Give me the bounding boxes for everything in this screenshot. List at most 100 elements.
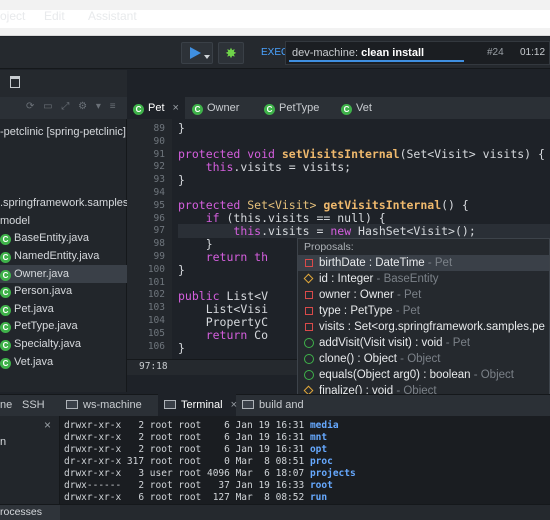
proposal-item[interactable]: visits : Set<org.springframework.samples… [298, 319, 549, 335]
code-line: public List<V [178, 289, 268, 303]
proposal-item[interactable]: clone() : Object - Object [298, 351, 549, 367]
tree-item[interactable]: C PetType.java [0, 317, 127, 335]
tab-vet[interactable]: C Vet [341, 97, 391, 119]
code-token: Co [254, 328, 269, 342]
class-icon: C [0, 252, 11, 263]
terminal-line-meta: drwxr-xr-x 3 user root 4096 Mar 6 18:07 [64, 468, 310, 479]
tree-item[interactable]: C Vet.java [0, 353, 127, 371]
proposal-item[interactable]: equals(Object arg0) : boolean - Object [298, 367, 549, 383]
machines-panel: n × [0, 416, 60, 504]
code-token: () { [441, 198, 469, 212]
menu-assistant[interactable]: Assistant [88, 9, 137, 23]
method-icon [304, 354, 314, 364]
code-keyword: new [330, 224, 359, 238]
code-type: Set<Visit> [247, 198, 324, 212]
terminal-dir-name: mnt [309, 432, 328, 443]
terminal-line-meta: drwxr-xr-x 2 root root 6 Jan 19 16:31 [64, 420, 310, 431]
close-icon[interactable]: × [173, 102, 179, 114]
code-token: PropertyC [205, 315, 269, 329]
tab-owner[interactable]: C Owner [192, 97, 256, 119]
code-token: (this.visits == null) { [226, 211, 386, 225]
class-icon: C [264, 104, 275, 115]
code-token: List<V [226, 289, 269, 303]
tab-ws-machine[interactable]: ws-machine [66, 394, 152, 416]
class-icon: C [133, 104, 144, 115]
tab-build[interactable]: build and [242, 394, 304, 416]
tree-item[interactable]: -petclinic [spring-petclinic] [0, 123, 127, 141]
tree-item[interactable]: C NamedEntity.java [0, 247, 127, 265]
terminal-dir-name: opt [309, 444, 328, 455]
code-keyword: if [205, 211, 227, 225]
close-icon[interactable]: × [231, 399, 237, 411]
run-button[interactable] [181, 42, 213, 64]
tab-pettype[interactable]: C PetType [264, 97, 334, 119]
tab-terminal[interactable]: Terminal × [158, 394, 237, 416]
code-line: PropertyC [178, 315, 268, 329]
proposal-item[interactable]: addVisit(Visit visit) : void - Pet [298, 335, 549, 351]
proposal-item[interactable]: id : Integer - BaseEntity [298, 271, 549, 287]
proposal-text: type : PetType [319, 305, 393, 317]
command-progress-bar [289, 60, 464, 62]
footer-bar [0, 504, 550, 520]
tab-label: ne [0, 399, 13, 411]
code-token: HashSet<Visit>(); [358, 224, 476, 238]
tree-item[interactable]: C Pet.java [0, 300, 127, 318]
menu-edit[interactable]: Edit [44, 9, 65, 23]
play-icon [190, 47, 201, 59]
menu-project[interactable]: oject [0, 9, 25, 23]
protected-member-icon [303, 273, 314, 284]
tab-label: Pet [148, 102, 165, 114]
terminal-icon [242, 400, 254, 409]
code-token: } [178, 263, 185, 277]
tab-pet[interactable]: C Pet × [127, 97, 185, 119]
address-bar[interactable] [0, 10, 550, 28]
field-icon [305, 307, 313, 315]
tab-processes[interactable]: rocesses [0, 505, 60, 520]
field-icon [305, 259, 313, 267]
terminal-line-meta: drwxr-xr-x 6 root root 127 Mar 8 08:52 [64, 492, 310, 503]
terminal-line: drwxr-xr-x 2 root root 6 Jan 19 16:31 mn… [64, 432, 327, 443]
close-icon[interactable]: × [44, 418, 51, 432]
proposal-owner: - Object [396, 353, 441, 365]
proposal-owner: - Object [470, 369, 514, 381]
tab-ssh[interactable]: SSH [22, 394, 62, 416]
code-line: this.visits = new HashSet<Visit>(); [178, 224, 476, 238]
terminal-line: drwx------ 2 root root 37 Jan 19 16:33 r… [64, 480, 333, 491]
tree-item[interactable]: C Specialty.java [0, 335, 127, 353]
tree-item[interactable]: model [0, 212, 127, 230]
code-line: } [178, 121, 185, 135]
code-line: return th [178, 250, 268, 264]
tree-item[interactable]: C Owner.java [0, 265, 127, 283]
command-time: 01:12 [520, 47, 546, 58]
proposal-item[interactable]: owner : Owner - Pet [298, 287, 549, 303]
tree-item-label: .springframework.samples [0, 197, 127, 209]
tab-machine[interactable]: ne [0, 394, 16, 416]
tree-item[interactable]: .springframework.samples [0, 194, 127, 212]
proposal-item[interactable]: birthDate : DateTime - Pet [298, 255, 549, 271]
class-icon: C [0, 340, 11, 351]
code-line: protected void setVisitsInternal(Set<Vis… [178, 147, 545, 161]
terminal-dir-name: media [309, 420, 339, 431]
line-number: 93 [153, 174, 165, 186]
command-name: clean install [361, 47, 425, 59]
line-number: 103 [147, 302, 165, 314]
terminal-line: drwxr-xr-x 3 user root 4096 Mar 6 18:07 … [64, 468, 356, 479]
proposal-owner: - Pet [392, 305, 420, 317]
proposal-item[interactable]: type : PetType - Pet [298, 303, 549, 319]
tree-item[interactable]: C BaseEntity.java [0, 229, 127, 247]
explorer-tool-icons[interactable]: ⟳ ▭ ⤢ ⚙ ▾ ≡ [26, 101, 119, 112]
class-icon: C [192, 104, 203, 115]
line-number: 101 [147, 276, 165, 288]
method-icon [304, 338, 314, 348]
code-completion-popup[interactable]: Proposals: birthDate : DateTime - Pet id … [297, 238, 550, 410]
tree-item[interactable]: C Person.java [0, 282, 127, 300]
tree-item-label: Pet.java [14, 303, 54, 315]
trash-icon[interactable] [10, 76, 20, 88]
code-token: (Set<Visit> visits) { [399, 147, 545, 161]
code-keyword: return [205, 328, 255, 342]
class-icon: C [0, 305, 11, 316]
debug-button[interactable]: ✸ [218, 42, 244, 64]
line-number: 104 [147, 315, 165, 326]
terminal-icon [164, 400, 176, 409]
code-line: if (this.visits == null) { [178, 211, 386, 225]
